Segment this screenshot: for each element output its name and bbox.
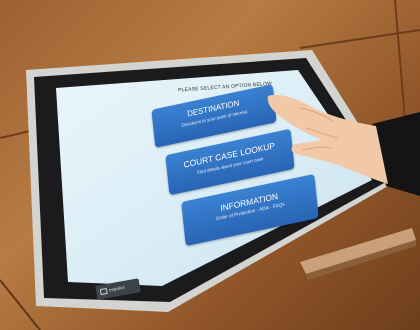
language-button[interactable]: español bbox=[95, 278, 141, 300]
screen-ui: PLEASE SELECT AN OPTION BELOW DESTINATIO… bbox=[0, 0, 420, 330]
language-icon bbox=[99, 287, 108, 295]
photo-scene: PLEASE SELECT AN OPTION BELOW DESTINATIO… bbox=[0, 0, 420, 330]
language-label: español bbox=[108, 284, 126, 293]
